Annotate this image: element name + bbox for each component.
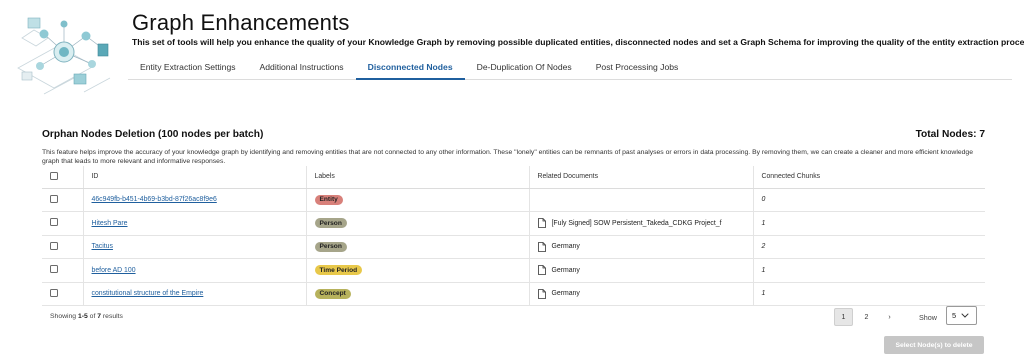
node-id-link[interactable]: Tacitus <box>92 243 113 250</box>
table-row: Tacitus Person Germany 2 <box>42 235 985 259</box>
label-badge: Concept <box>314 288 351 299</box>
page-title: Graph Enhancements <box>132 10 350 35</box>
column-header-labels: Labels <box>305 166 529 189</box>
node-id-link[interactable]: constitutional structure of the Empire <box>92 290 204 297</box>
connected-chunks-value: 0 <box>761 196 766 204</box>
label-badge: Time Period <box>314 265 363 276</box>
related-document-name: Germany <box>551 290 580 298</box>
column-header-id: ID <box>82 166 306 189</box>
document-icon <box>537 241 546 252</box>
column-header-connected-chunks: Connected Chunks <box>752 166 985 189</box>
related-document: Germany <box>537 288 753 299</box>
row-checkbox[interactable] <box>50 241 58 250</box>
section-title: Orphan Nodes Deletion (100 nodes per bat… <box>42 129 264 140</box>
label-badge: Entity <box>314 194 343 205</box>
node-id-link[interactable]: Hitesh Pare <box>92 220 128 227</box>
delete-nodes-button[interactable]: Select Node(s) to delete <box>884 336 984 354</box>
document-icon <box>537 288 546 299</box>
connected-chunks-value: 1 <box>761 290 766 298</box>
orphan-nodes-table: ID Labels Related Documents Connected Ch… <box>42 166 985 306</box>
next-page-icon[interactable]: › <box>880 308 899 326</box>
results-range: 1-5 <box>77 313 88 320</box>
connected-chunks-value: 1 <box>761 266 766 274</box>
page-size-value: 5 <box>952 311 957 320</box>
table-header-row: ID Labels Related Documents Connected Ch… <box>42 166 985 189</box>
related-document-cell <box>528 188 753 212</box>
connected-chunks-value: 2 <box>761 243 766 251</box>
related-document: [Fuly Signed] SOW Persistent_Takeda_CDKG… <box>537 218 753 229</box>
results-summary: Showing 1-5 of 7 results <box>50 313 123 320</box>
table-row: constitutional structure of the Empire C… <box>42 282 985 306</box>
row-checkbox[interactable] <box>50 218 58 227</box>
row-checkbox[interactable] <box>50 194 58 203</box>
tab-post-processing-jobs[interactable]: Post Processing Jobs <box>584 56 691 80</box>
table-row: 46c949fb-b451-4b69-b3bd-87f26ac8f9e6 Ent… <box>42 188 985 212</box>
label-badge: Person <box>314 218 347 229</box>
column-header-related-documents: Related Documents <box>528 166 753 189</box>
related-document-name: Germany <box>551 266 580 274</box>
tab-bar: Entity Extraction Settings Additional In… <box>128 56 1012 80</box>
page-size-label: Show <box>919 313 937 322</box>
total-nodes: Total Nodes: 7 <box>915 129 985 140</box>
tab-additional-instructions[interactable]: Additional Instructions <box>248 56 356 80</box>
node-id-link[interactable]: 46c949fb-b451-4b69-b3bd-87f26ac8f9e6 <box>92 196 217 203</box>
page-button-2[interactable]: 2 <box>857 308 876 326</box>
tab-de-duplication-of-nodes[interactable]: De-Duplication Of Nodes <box>465 56 584 80</box>
pagination: 1 2 › <box>834 308 899 326</box>
page-size-select[interactable]: 5 <box>946 306 977 325</box>
related-document-name: [Fuly Signed] SOW Persistent_Takeda_CDKG… <box>551 219 722 227</box>
related-document-name: Germany <box>551 243 580 251</box>
chevron-down-icon <box>961 313 969 318</box>
knowledge-graph-illustration <box>17 17 111 95</box>
related-document: Germany <box>537 265 753 276</box>
tab-entity-extraction-settings[interactable]: Entity Extraction Settings <box>128 56 248 80</box>
page-button-1[interactable]: 1 <box>834 308 853 326</box>
select-all-checkbox[interactable] <box>50 171 58 180</box>
section-description: This feature helps improve the accuracy … <box>42 149 973 165</box>
connected-chunks-value: 1 <box>761 219 766 227</box>
page-subtitle: This set of tools will help you enhance … <box>132 37 1024 47</box>
related-document: Germany <box>537 241 753 252</box>
table-row: Hitesh Pare Person [Fuly Signed] SOW Per… <box>42 211 985 236</box>
row-checkbox[interactable] <box>50 288 58 297</box>
row-checkbox[interactable] <box>50 265 58 274</box>
document-icon <box>537 265 546 276</box>
label-badge: Person <box>314 241 347 252</box>
tab-disconnected-nodes[interactable]: Disconnected Nodes <box>355 56 465 80</box>
table-row: before AD 100 Time Period Germany 1 <box>42 258 985 283</box>
document-icon <box>537 218 546 229</box>
node-id-link[interactable]: before AD 100 <box>92 267 136 274</box>
